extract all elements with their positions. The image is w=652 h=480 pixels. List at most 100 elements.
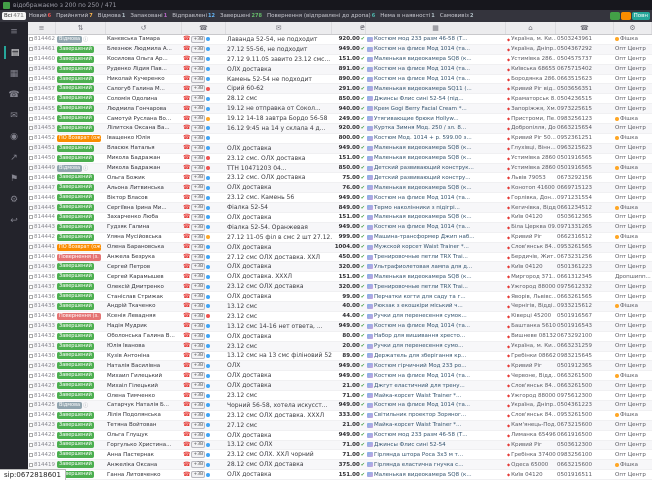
row-checkbox[interactable] (29, 403, 33, 407)
product-link[interactable]: Костюм на флисе Мод 1014 (та... (374, 323, 470, 329)
filter-tab[interactable]: Новий 6 (27, 12, 53, 20)
call-phone-icon[interactable]: ☎ (183, 313, 190, 319)
call-phone-icon[interactable]: ☎ (183, 422, 190, 428)
sidebar-stats-icon[interactable]: ↗ (4, 151, 24, 164)
row-checkbox[interactable] (29, 463, 33, 467)
call-phone-icon[interactable]: ☎ (183, 254, 190, 260)
row-checkbox[interactable] (29, 295, 33, 299)
product-link[interactable]: Маленькая видеокамера SQ8 (к... (374, 214, 472, 220)
row-checkbox[interactable] (29, 344, 33, 348)
callback-button[interactable]: +ЗВ (191, 323, 205, 330)
row-checkbox[interactable] (29, 285, 33, 289)
call-phone-icon[interactable]: ☎ (183, 36, 190, 42)
callback-button[interactable]: +ЗВ (191, 392, 205, 399)
table-row[interactable]: 814426 Завершений Олена Тимченко ☎ +ЗВ 2… (28, 391, 652, 401)
filter-tab[interactable]: Прийнятий 7 (54, 12, 95, 20)
sidebar-orders-icon[interactable]: ▦ (4, 67, 24, 80)
table-row[interactable]: 814420 Завершений Анна Пастернак ☎ +ЗВ 2… (28, 450, 652, 460)
callback-button[interactable]: +ЗВ (191, 234, 205, 241)
call-phone-icon[interactable]: ☎ (183, 274, 190, 280)
call-phone-icon[interactable]: ☎ (183, 264, 190, 270)
product-link[interactable]: Куртка Зимня Мод. 250 / зл. 8... (374, 125, 466, 131)
call-phone-icon[interactable]: ☎ (183, 294, 190, 300)
callback-button[interactable]: +ЗВ (191, 382, 205, 389)
row-checkbox[interactable] (29, 47, 33, 51)
row-checkbox[interactable] (29, 413, 33, 417)
table-row[interactable]: 814443 Завершений Гудзяк Галина ☎ +ЗВ Фі… (28, 223, 652, 233)
callback-button[interactable]: +ЗВ (191, 115, 205, 122)
call-phone-icon[interactable]: ☎ (183, 224, 190, 230)
column-header-status[interactable]: ⇅ (56, 22, 106, 34)
callback-button[interactable]: +ЗВ (191, 105, 205, 112)
call-phone-icon[interactable]: ☎ (183, 155, 190, 161)
column-header-tag[interactable]: ⚙ (614, 22, 652, 34)
call-phone-icon[interactable]: ☎ (183, 363, 190, 369)
product-link[interactable]: Ручки для перенесення сумо... (374, 343, 463, 349)
product-link[interactable]: Рюкзак з екошкіри міський ч... (374, 303, 463, 309)
row-checkbox[interactable] (29, 97, 33, 101)
call-phone-icon[interactable]: ☎ (183, 244, 190, 250)
product-link[interactable]: Ультрафиолетовая лампа для д... (374, 264, 472, 270)
product-link[interactable]: Маленькая видеокамера SQ8 (к... (374, 145, 472, 151)
call-phone-icon[interactable]: ☎ (183, 452, 190, 458)
row-checkbox[interactable] (29, 156, 33, 160)
callback-button[interactable]: +ЗВ (191, 372, 205, 379)
row-checkbox[interactable] (29, 443, 33, 447)
product-link[interactable]: Костюм на флисе Мод 1014 (та... (374, 224, 470, 230)
row-checkbox[interactable] (29, 374, 33, 378)
overflow-tab[interactable]: Повн (632, 12, 650, 20)
call-phone-icon[interactable]: ☎ (183, 205, 190, 211)
callback-button[interactable]: +ЗВ (191, 125, 205, 132)
product-link[interactable]: Маленькая видеокамера SQ8 (к... (374, 56, 472, 62)
table-row[interactable]: 814432 Завершений Оболонська Галина В...… (28, 332, 652, 342)
call-phone-icon[interactable]: ☎ (183, 284, 190, 290)
callback-button[interactable]: +ЗВ (191, 194, 205, 201)
row-checkbox[interactable] (29, 433, 33, 437)
callback-button[interactable]: +ЗВ (191, 254, 205, 261)
column-header-price[interactable]: ₴ (332, 22, 366, 34)
call-phone-icon[interactable]: ☎ (183, 195, 190, 201)
product-link[interactable]: Костюм мод 233 разм 46-58 (Т... (374, 432, 468, 438)
callback-button[interactable]: +ЗВ (191, 76, 205, 83)
callback-button[interactable]: +ЗВ (191, 283, 205, 290)
table-row[interactable]: 814429 Завершений Наталія Василівна ☎ +З… (28, 361, 652, 371)
product-link[interactable]: Крем Gogi Berry Facial Cream *... (374, 106, 467, 112)
product-link[interactable]: Костюм на флисе Мод 1014 (та... (374, 195, 470, 201)
row-checkbox[interactable] (29, 67, 33, 71)
filter-tab[interactable]: Повернення (відправлені до дропа) 6 (265, 12, 377, 20)
callback-button[interactable]: +ЗВ (191, 303, 205, 310)
row-checkbox[interactable] (29, 235, 33, 239)
product-link[interactable]: Тренировочные петли TRX Trai... (374, 284, 468, 290)
table-row[interactable]: 814441 ПО Возврат (ож. Олена Барановська… (28, 243, 652, 253)
table-row[interactable]: 814454 Завершений Самотуй Руслана Во... … (28, 114, 652, 124)
call-phone-icon[interactable]: ☎ (183, 343, 190, 349)
table-row[interactable]: 814434 Повернення (з. Ксенія Левадняя ☎ … (28, 312, 652, 322)
product-link[interactable]: Джинсы Флис сині 52-54 (під... (374, 96, 464, 102)
table-row[interactable]: 814462 Відмова ⓘ Канєвська Тамара ☎ +ЗВ … (28, 35, 652, 45)
table-row[interactable]: 814424 Завершений Лілія Подолянська ☎ +З… (28, 411, 652, 421)
callback-button[interactable]: +ЗВ (191, 471, 205, 478)
call-phone-icon[interactable]: ☎ (183, 303, 190, 309)
green-quick-button[interactable] (610, 12, 620, 20)
table-row[interactable]: 814437 Завершений Олексій Дмитренко ☎ +З… (28, 282, 652, 292)
filter-tab[interactable]: Всі 471 (2, 12, 26, 20)
sidebar-settings-icon[interactable]: ⚙ (4, 193, 24, 206)
table-row[interactable]: 814435 Завершений Андрій Ткаченко ☎ +ЗВ … (28, 302, 652, 312)
table-row[interactable]: 814445 Завершений Сергіївна Ірина Ми... … (28, 203, 652, 213)
product-link[interactable]: Маленькая видеокамера SQ8 (к... (374, 155, 472, 161)
callback-button[interactable]: +ЗВ (191, 184, 205, 191)
call-phone-icon[interactable]: ☎ (183, 86, 190, 92)
call-phone-icon[interactable]: ☎ (183, 135, 190, 141)
table-row[interactable]: 814456 Завершений Соломія Одолина ☎ +ЗВ … (28, 94, 652, 104)
product-link[interactable]: Костюм на флисе Мод 1014 (та... (374, 76, 470, 82)
product-link[interactable]: Гірлянда штора Роса 3х3 м т... (374, 452, 463, 458)
product-link[interactable]: Перчатки когти для саду та г... (374, 294, 466, 300)
call-phone-icon[interactable]: ☎ (183, 145, 190, 151)
callback-button[interactable]: +ЗВ (191, 244, 205, 251)
column-header-addr[interactable]: ⌂ (506, 22, 556, 34)
table-row[interactable]: 814428 Завершений Михаил Гилецький ☎ +ЗВ… (28, 371, 652, 381)
call-phone-icon[interactable]: ☎ (183, 333, 190, 339)
column-header-comment[interactable]: ✉ (226, 22, 332, 34)
product-link[interactable]: Костюм на флисе Мод 1014 (та... (374, 402, 470, 408)
call-phone-icon[interactable]: ☎ (183, 106, 190, 112)
